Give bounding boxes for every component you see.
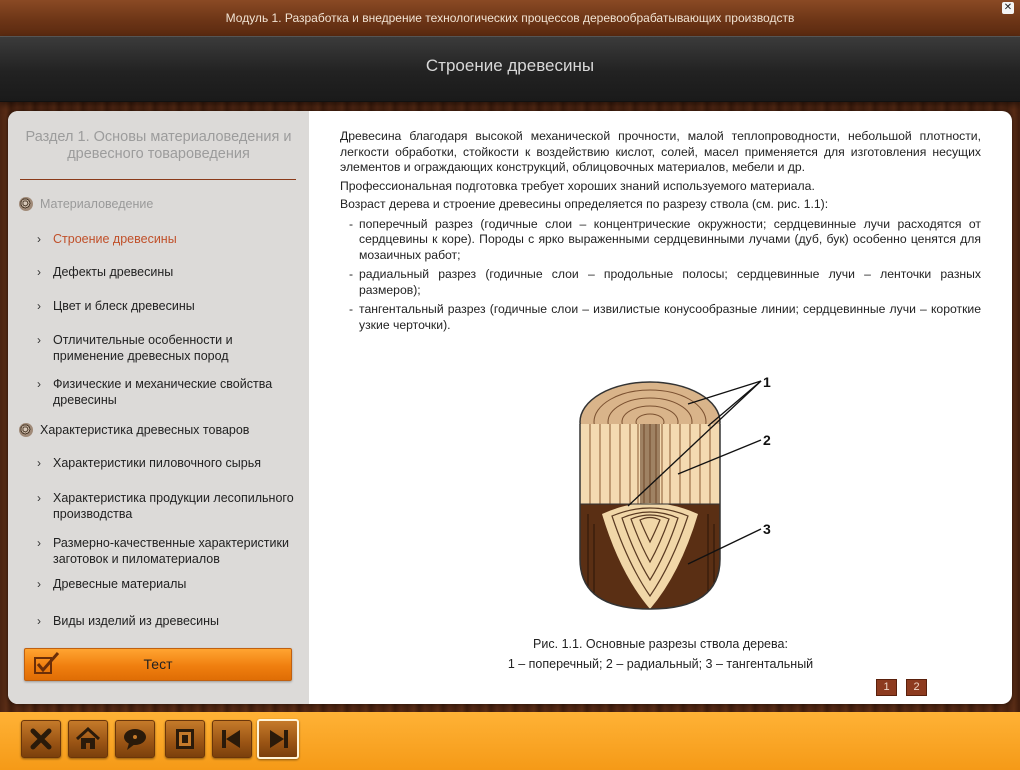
list-item: - поперечный разрез (годичные слои – конц… bbox=[349, 216, 981, 262]
sidebar-item-label: Характеристики пиловочного сырья bbox=[53, 456, 262, 470]
sidebar-item-wood-color[interactable]: › Цвет и блеск древесины bbox=[37, 298, 301, 314]
sidebar-item-label: Размерно-качественные характеристики заг… bbox=[53, 536, 289, 566]
figure-caption: Рис. 1.1. Основные разрезы ствола дерева… bbox=[340, 634, 981, 674]
sidebar-item-lumber-quality[interactable]: › Размерно-качественные характеристики з… bbox=[37, 535, 301, 567]
forward-button[interactable] bbox=[257, 719, 299, 759]
sidebar-item-wood-materials[interactable]: › Древесные материалы bbox=[37, 576, 301, 592]
sidebar-item-label: Древесные материалы bbox=[53, 577, 187, 591]
test-button[interactable]: Тест bbox=[24, 648, 292, 681]
close-window-button[interactable]: ✕ bbox=[1002, 2, 1014, 14]
figure-label-3: 3 bbox=[763, 521, 771, 537]
window-title-bar: Модуль 1. Разработка и внедрение техноло… bbox=[0, 0, 1020, 36]
chevron-right-icon: › bbox=[37, 265, 41, 279]
section-title: Раздел 1. Основы материаловедения и древ… bbox=[25, 129, 292, 162]
sidebar-item-label: Характеристика продукции лесопильного пр… bbox=[53, 491, 294, 521]
chevron-right-icon: › bbox=[37, 536, 41, 550]
trunk-cuts-figure: 1 2 3 bbox=[568, 364, 808, 619]
chevron-right-icon: › bbox=[37, 577, 41, 591]
bottom-toolbar bbox=[0, 712, 1020, 770]
article-content: Древесина благодаря высокой механической… bbox=[340, 129, 981, 337]
sidebar-group-label: Характеристика древесных товаров bbox=[40, 423, 250, 437]
page-button-2[interactable]: 2 bbox=[906, 679, 927, 696]
sidebar-divider bbox=[20, 179, 296, 180]
home-icon bbox=[75, 726, 101, 749]
sidebar-group-label: Материаловедение bbox=[40, 197, 154, 211]
trunk-illustration: 1 2 3 bbox=[579, 374, 771, 610]
main-panel: Раздел 1. Основы материаловедения и древ… bbox=[8, 111, 1012, 704]
chevron-right-icon: › bbox=[37, 456, 41, 470]
sidebar-group-wood-goods[interactable]: Характеристика древесных товаров bbox=[19, 420, 249, 440]
chat-icon bbox=[124, 729, 146, 750]
wood-ring-icon bbox=[19, 423, 33, 437]
module-title: Модуль 1. Разработка и внедрение техноло… bbox=[225, 11, 795, 25]
chevron-right-icon: › bbox=[37, 333, 41, 347]
sidebar-item-label: Виды изделий из древесины bbox=[53, 614, 220, 628]
figure-label-1: 1 bbox=[763, 374, 771, 390]
sidebar-item-physical-properties[interactable]: › Физические и механические свойства дре… bbox=[37, 376, 291, 408]
back-button[interactable] bbox=[212, 720, 252, 758]
chevron-right-icon: › bbox=[37, 377, 41, 391]
chevron-right-icon: › bbox=[37, 614, 41, 628]
exit-button[interactable] bbox=[21, 720, 61, 758]
help-button[interactable] bbox=[115, 720, 155, 758]
sidebar-item-wood-defects[interactable]: › Дефекты древесины bbox=[37, 264, 301, 280]
sidebar-item-wood-products[interactable]: › Виды изделий из древесины bbox=[37, 613, 301, 629]
paragraph: Древесина благодаря высокой механической… bbox=[340, 129, 981, 174]
page-button-1[interactable]: 1 bbox=[876, 679, 897, 696]
caption-line: Рис. 1.1. Основные разрезы ствола дерева… bbox=[533, 637, 788, 651]
chevron-right-icon: › bbox=[37, 299, 41, 313]
sidebar-item-sawmill-products[interactable]: › Характеристика продукции лесопильного … bbox=[37, 490, 301, 522]
close-x-icon bbox=[30, 728, 52, 750]
close-icon: ✕ bbox=[1003, 2, 1013, 13]
sidebar: Раздел 1. Основы материаловедения и древ… bbox=[8, 111, 309, 704]
list-item: - радиальный разрез (годичные слои – прод… bbox=[349, 267, 981, 297]
cut-types-list: - поперечный разрез (годичные слои – конц… bbox=[340, 217, 981, 334]
arrow-right-icon bbox=[270, 730, 288, 748]
glossary-button[interactable] bbox=[165, 720, 205, 758]
chevron-right-icon: › bbox=[37, 232, 41, 246]
test-button-label: Тест bbox=[143, 656, 173, 672]
book-icon bbox=[176, 729, 194, 749]
sidebar-item-wood-structure[interactable]: › Строение древесины bbox=[37, 231, 301, 247]
sidebar-item-label: Отличительные особенности и применение д… bbox=[53, 333, 233, 363]
sidebar-item-label: Строение древесины bbox=[53, 232, 177, 246]
arrow-left-icon bbox=[222, 730, 240, 748]
sidebar-item-sawlogs[interactable]: › Характеристики пиловочного сырья bbox=[37, 455, 301, 471]
sidebar-item-label: Физические и механические свойства древе… bbox=[53, 377, 273, 407]
list-item: - тангентальный разрез (годичные слои – и… bbox=[349, 302, 981, 332]
wood-ring-icon bbox=[19, 197, 33, 211]
sidebar-item-label: Дефекты древесины bbox=[53, 265, 174, 279]
home-button[interactable] bbox=[68, 720, 108, 758]
sidebar-item-label: Цвет и блеск древесины bbox=[53, 299, 195, 313]
figure-label-2: 2 bbox=[763, 432, 771, 448]
paragraph: Возраст дерева и строение древесины опре… bbox=[340, 197, 829, 211]
chevron-right-icon: › bbox=[37, 491, 41, 505]
sidebar-group-materials[interactable]: Материаловедение bbox=[19, 194, 153, 214]
paragraph: Профессиональная подготовка требует хоро… bbox=[340, 178, 815, 193]
sidebar-item-wood-species[interactable]: › Отличительные особенности и применение… bbox=[37, 332, 271, 364]
page-title: Строение древесины bbox=[425, 56, 595, 75]
page-header: Строение древесины bbox=[0, 36, 1020, 102]
caption-line: 1 – поперечный; 2 – радиальный; 3 – танг… bbox=[507, 657, 814, 671]
